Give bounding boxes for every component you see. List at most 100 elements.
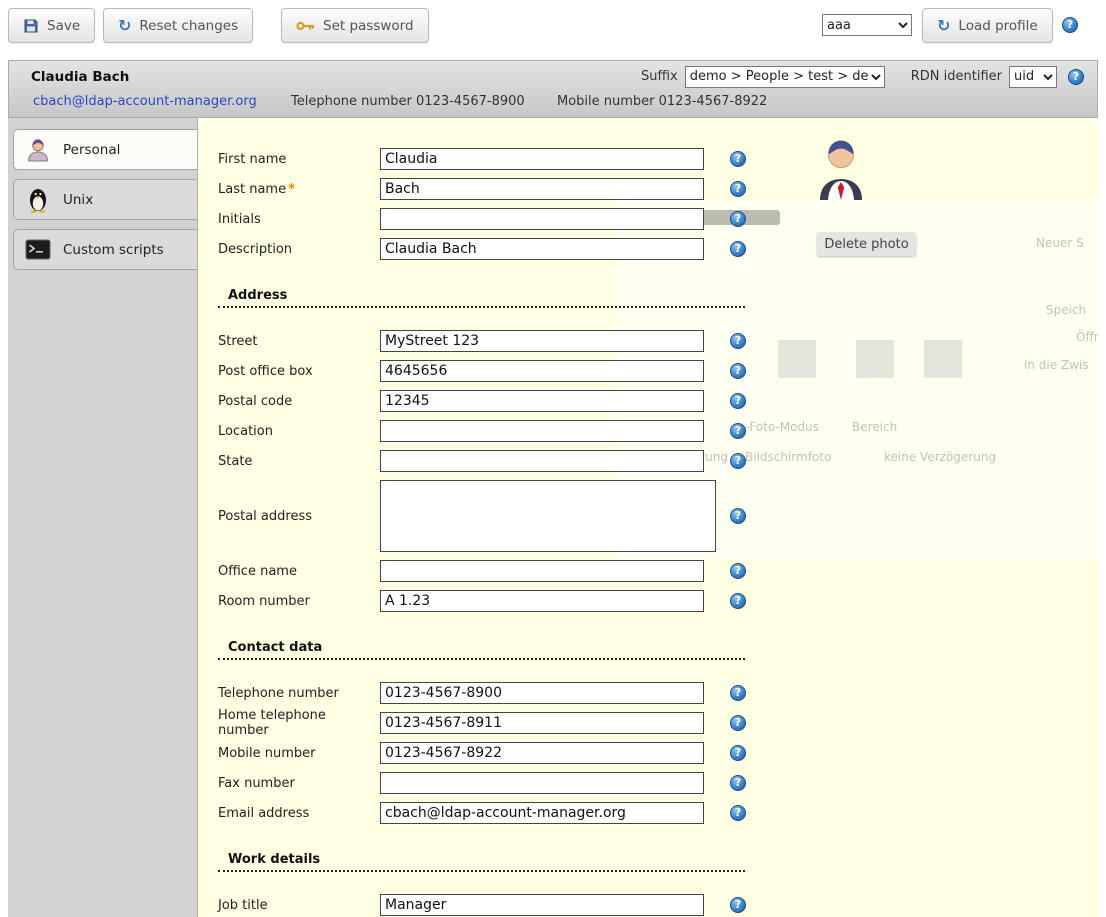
job-title-input[interactable] <box>380 894 704 916</box>
rdn-identifier-label: RDN identifier <box>911 69 1002 84</box>
postal-code-label: Postal code <box>218 394 380 409</box>
first-name-input[interactable] <box>380 148 704 170</box>
ghost-text: Bereich <box>852 420 897 434</box>
mobile-number-input[interactable] <box>380 742 704 764</box>
help-icon[interactable] <box>730 393 746 409</box>
suffix-label: Suffix <box>641 69 678 84</box>
help-icon[interactable] <box>730 715 746 731</box>
required-marker: * <box>288 182 295 197</box>
help-icon[interactable] <box>730 745 746 761</box>
tab-personal[interactable]: Personal <box>13 129 197 170</box>
save-button[interactable]: Save <box>8 8 95 43</box>
person-icon <box>23 135 53 165</box>
rdn-select[interactable]: uid <box>1009 66 1057 88</box>
room-number-input[interactable] <box>380 590 704 612</box>
form-row: Job title <box>218 890 818 917</box>
suffix-select[interactable]: demo > People > test > de <box>685 66 885 88</box>
set-password-button[interactable]: Set password <box>281 8 429 43</box>
mobile-number-label: Mobile number <box>218 746 380 761</box>
description-label: Description <box>218 242 380 257</box>
office-name-input[interactable] <box>380 560 704 582</box>
ghost-text: Neuer S <box>1036 236 1084 250</box>
help-icon[interactable] <box>730 593 746 609</box>
help-icon[interactable] <box>730 805 746 821</box>
form-row: Room number <box>218 586 818 616</box>
last-name-label: Last name* <box>218 182 380 197</box>
ghost-text: in die Zwis <box>1024 358 1089 372</box>
form-row: Fax number <box>218 768 818 798</box>
first-name-label: First name <box>218 152 380 167</box>
postal-code-input[interactable] <box>380 390 704 412</box>
contact-section-heading: Contact data <box>218 640 745 660</box>
initials-input[interactable] <box>380 208 704 230</box>
account-mobile: Mobile number 0123-4567-8922 <box>557 94 767 109</box>
form-row: Location <box>218 416 818 446</box>
user-photo[interactable] <box>818 138 864 206</box>
help-icon[interactable] <box>730 508 746 524</box>
home-telephone-number-input[interactable] <box>380 712 704 734</box>
email-address-input[interactable] <box>380 802 704 824</box>
help-icon[interactable] <box>730 333 746 349</box>
telephone-number-label: Telephone number <box>218 686 380 701</box>
post-office-box-input[interactable] <box>380 360 704 382</box>
tab-unix[interactable]: Unix <box>13 179 197 220</box>
form-row: Initials <box>218 204 818 234</box>
form-row: State <box>218 446 818 476</box>
help-icon[interactable] <box>730 151 746 167</box>
form-row: Home telephone number <box>218 708 818 738</box>
fax-number-input[interactable] <box>380 772 704 794</box>
reset-changes-button[interactable]: ↻ Reset changes <box>103 8 253 43</box>
street-input[interactable] <box>380 330 704 352</box>
reset-icon: ↻ <box>118 18 131 34</box>
header-summary-row: cbach@ldap-account-manager.org Telephone… <box>9 92 1097 116</box>
tab-unix-label: Unix <box>63 192 93 208</box>
account-email-link[interactable]: cbach@ldap-account-manager.org <box>33 94 257 109</box>
description-input[interactable] <box>380 238 704 260</box>
post-office-box-label: Post office box <box>218 364 380 379</box>
delete-photo-button[interactable]: Delete photo <box>817 232 916 256</box>
help-icon[interactable] <box>730 897 746 913</box>
form-row: Mobile number <box>218 738 818 768</box>
state-label: State <box>218 454 380 469</box>
account-name: Claudia Bach <box>31 69 129 85</box>
form-row: Postal code <box>218 386 818 416</box>
help-icon[interactable] <box>730 453 746 469</box>
help-icon[interactable] <box>730 775 746 791</box>
form-row: Post office box <box>218 356 818 386</box>
form-row: Postal address <box>218 476 818 556</box>
address-section-heading: Address <box>218 288 745 308</box>
last-name-input[interactable] <box>380 178 704 200</box>
home-telephone-number-label: Home telephone number <box>218 708 380 738</box>
tab-custom-scripts[interactable]: Custom scripts <box>13 229 197 270</box>
account-header: Claudia Bach Suffix demo > People > test… <box>8 60 1098 118</box>
penguin-icon <box>23 185 53 215</box>
terminal-icon <box>23 235 53 265</box>
key-icon <box>296 20 315 32</box>
help-icon[interactable] <box>1068 69 1084 85</box>
tab-personal-label: Personal <box>63 142 120 158</box>
help-icon[interactable] <box>730 241 746 257</box>
profile-select[interactable]: aaa <box>822 14 912 36</box>
load-profile-label: Load profile <box>958 18 1037 34</box>
telephone-number-input[interactable] <box>380 682 704 704</box>
account-telephone: Telephone number 0123-4567-8900 <box>291 94 525 109</box>
help-icon[interactable] <box>730 423 746 439</box>
set-password-label: Set password <box>323 18 414 34</box>
help-icon[interactable] <box>730 181 746 197</box>
office-name-label: Office name <box>218 564 380 579</box>
location-input[interactable] <box>380 420 704 442</box>
personal-tab-content: Neuer S Speich Öffne in die Zwis -Foto-M… <box>198 118 1098 917</box>
help-icon[interactable] <box>730 563 746 579</box>
reset-label: Reset changes <box>139 18 238 34</box>
postal-address-textarea[interactable] <box>380 480 716 552</box>
location-label: Location <box>218 424 380 439</box>
module-sidebar: Personal Unix Custom scripts <box>8 118 198 917</box>
help-icon[interactable] <box>730 211 746 227</box>
help-icon[interactable] <box>1062 17 1078 33</box>
help-icon[interactable] <box>730 685 746 701</box>
fax-number-label: Fax number <box>218 776 380 791</box>
form-row: Telephone number <box>218 678 818 708</box>
help-icon[interactable] <box>730 363 746 379</box>
load-profile-button[interactable]: ↻ Load profile <box>922 8 1053 43</box>
state-input[interactable] <box>380 450 704 472</box>
